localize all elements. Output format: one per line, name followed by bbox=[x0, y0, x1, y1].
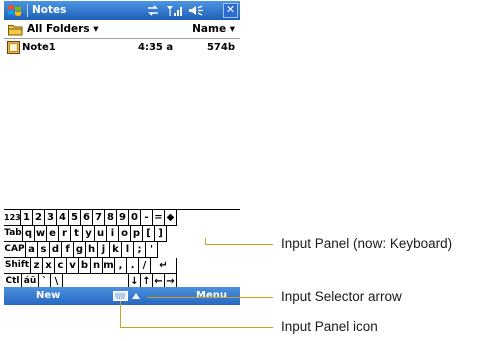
input-panel-keyboard: 123 1 2 3 4 5 6 7 8 9 0 - = ◆ Tab q w e … bbox=[4, 209, 240, 290]
key[interactable]: l bbox=[122, 242, 134, 258]
key[interactable]: , bbox=[115, 258, 127, 274]
key[interactable]: - bbox=[141, 210, 153, 226]
key[interactable]: n bbox=[91, 258, 103, 274]
close-button[interactable]: ✕ bbox=[223, 3, 238, 18]
callout-line-input-selector bbox=[147, 297, 273, 298]
callout-tick-input-panel bbox=[205, 238, 206, 245]
key[interactable]: 0 bbox=[129, 210, 141, 226]
key[interactable]: 4 bbox=[57, 210, 69, 226]
note-name: Note1 bbox=[22, 42, 56, 53]
caps-lock-key[interactable]: CAP bbox=[4, 242, 26, 258]
key[interactable]: a bbox=[26, 242, 38, 258]
key[interactable]: ; bbox=[134, 242, 146, 258]
key[interactable]: f bbox=[62, 242, 74, 258]
list-item[interactable]: Note1 4:35 a 574b bbox=[4, 40, 240, 55]
key[interactable]: y bbox=[83, 226, 95, 242]
signal-icon[interactable] bbox=[166, 4, 183, 17]
key[interactable]: 7 bbox=[93, 210, 105, 226]
key[interactable]: 9 bbox=[117, 210, 129, 226]
input-selector-arrow-icon[interactable] bbox=[132, 293, 140, 299]
title-bar: Notes ✕ bbox=[4, 1, 240, 20]
folder-icon bbox=[8, 25, 23, 36]
key[interactable]: g bbox=[74, 242, 86, 258]
key-123[interactable]: 123 bbox=[4, 210, 21, 226]
callout-line-input-panel-icon bbox=[120, 327, 273, 328]
key[interactable]: b bbox=[79, 258, 91, 274]
menu-bar: New Menu bbox=[4, 287, 240, 305]
windows-flag-icon[interactable] bbox=[7, 3, 23, 18]
backspace-key[interactable]: ◆ bbox=[165, 210, 177, 226]
key[interactable]: o bbox=[119, 226, 131, 242]
key[interactable]: e bbox=[47, 226, 59, 242]
key[interactable]: w bbox=[35, 226, 47, 242]
key[interactable]: [ bbox=[143, 226, 155, 242]
tab-key[interactable]: Tab bbox=[4, 226, 23, 242]
key[interactable]: m bbox=[103, 258, 115, 274]
key[interactable]: r bbox=[59, 226, 71, 242]
key[interactable]: 6 bbox=[81, 210, 93, 226]
key[interactable]: 3 bbox=[45, 210, 57, 226]
key[interactable]: 5 bbox=[69, 210, 81, 226]
connectivity-icon[interactable] bbox=[146, 4, 160, 17]
key[interactable]: h bbox=[86, 242, 98, 258]
key[interactable]: = bbox=[153, 210, 165, 226]
key[interactable]: 2 bbox=[33, 210, 45, 226]
key[interactable]: ' bbox=[146, 242, 158, 258]
callout-line-input-panel bbox=[205, 244, 273, 245]
key[interactable]: s bbox=[38, 242, 50, 258]
enter-key[interactable]: ↵ bbox=[151, 258, 177, 274]
key[interactable]: . bbox=[127, 258, 139, 274]
key[interactable]: v bbox=[67, 258, 79, 274]
key[interactable]: u bbox=[95, 226, 107, 242]
key[interactable]: 8 bbox=[105, 210, 117, 226]
key[interactable]: d bbox=[50, 242, 62, 258]
sort-dropdown[interactable]: Name ▾ bbox=[192, 23, 235, 36]
folder-dropdown[interactable]: All Folders ▾ bbox=[27, 23, 99, 36]
notes-list-area[interactable] bbox=[4, 55, 240, 209]
menu-softkey[interactable]: Menu bbox=[196, 290, 227, 302]
new-softkey[interactable]: New bbox=[36, 290, 60, 302]
key[interactable]: q bbox=[23, 226, 35, 242]
key[interactable]: x bbox=[43, 258, 55, 274]
callout-input-panel-icon: Input Panel icon bbox=[281, 319, 378, 334]
callout-input-panel: Input Panel (now: Keyboard) bbox=[281, 236, 453, 251]
note-size: 574b bbox=[206, 42, 235, 53]
device-screen: Notes ✕ All Folders ▾ Name ▾ Note1 4:35 … bbox=[4, 1, 240, 305]
key[interactable]: / bbox=[139, 258, 151, 274]
key[interactable]: t bbox=[71, 226, 83, 242]
volume-icon[interactable] bbox=[188, 4, 204, 17]
key[interactable]: k bbox=[110, 242, 122, 258]
folder-bar: All Folders ▾ Name ▾ bbox=[4, 20, 240, 39]
key[interactable]: ] bbox=[155, 226, 167, 242]
note-time: 4:35 a bbox=[138, 42, 174, 53]
key[interactable]: i bbox=[107, 226, 119, 242]
callout-input-selector: Input Selector arrow bbox=[281, 289, 402, 304]
key[interactable]: j bbox=[98, 242, 110, 258]
key[interactable]: z bbox=[31, 258, 43, 274]
app-title: Notes bbox=[32, 4, 67, 16]
note-icon bbox=[7, 41, 20, 54]
keyboard-row-1: 123 1 2 3 4 5 6 7 8 9 0 - = ◆ bbox=[4, 210, 240, 226]
key[interactable]: 1 bbox=[21, 210, 33, 226]
key[interactable]: c bbox=[55, 258, 67, 274]
title-separator bbox=[27, 4, 28, 17]
shift-key[interactable]: Shift bbox=[4, 258, 31, 274]
key[interactable]: p bbox=[131, 226, 143, 242]
keyboard-row-4: Shift z x c v b n m , . / ↵ bbox=[4, 258, 240, 274]
callout-vline-input-panel-icon bbox=[120, 301, 121, 328]
